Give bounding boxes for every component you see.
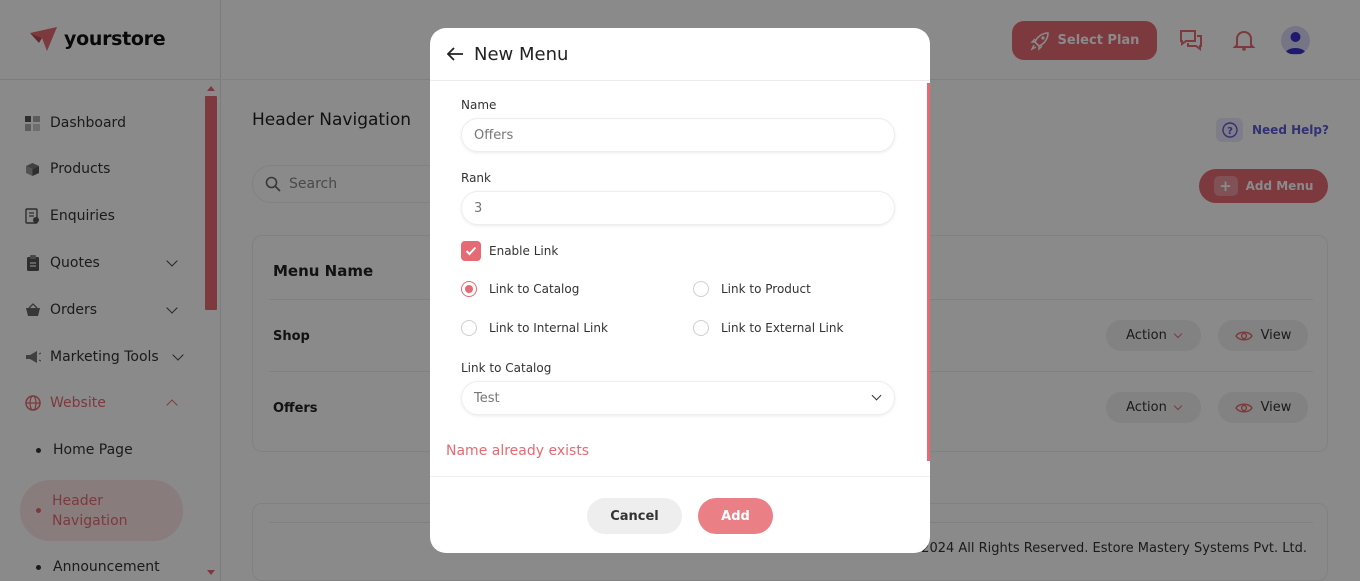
- checkmark-icon[interactable]: [461, 241, 481, 261]
- modal-title: New Menu: [474, 43, 569, 65]
- modal-header: New Menu: [430, 28, 930, 81]
- cancel-button[interactable]: Cancel: [587, 498, 682, 534]
- radio-label: Link to Internal Link: [489, 321, 608, 335]
- radio-link-to-internal-link[interactable]: Link to Internal Link: [461, 320, 608, 336]
- modal-footer: Cancel Add: [430, 476, 930, 553]
- radio-link-to-external-link[interactable]: Link to External Link: [693, 320, 843, 336]
- modal-scrollbar[interactable]: [927, 83, 930, 461]
- new-menu-modal: New Menu Name Rank Enable Link Link to C…: [430, 28, 930, 553]
- radio-label: Link to Catalog: [489, 282, 580, 296]
- radio-label: Link to External Link: [721, 321, 844, 335]
- radio-label: Link to Product: [721, 282, 811, 296]
- error-message: Name already exists: [446, 443, 590, 459]
- enable-link-label: Enable Link: [489, 244, 559, 258]
- name-label: Name: [461, 98, 497, 112]
- catalog-select[interactable]: Test: [461, 381, 895, 415]
- catalog-selected-value: Test: [474, 390, 500, 406]
- catalog-label: Link to Catalog: [461, 361, 552, 375]
- radio-link-to-catalog[interactable]: Link to Catalog: [461, 281, 579, 297]
- radio-button-icon[interactable]: [461, 281, 477, 297]
- radio-button-icon[interactable]: [693, 281, 709, 297]
- radio-button-icon[interactable]: [693, 320, 709, 336]
- chevron-down-icon: [871, 390, 882, 401]
- back-arrow-icon[interactable]: [446, 46, 464, 62]
- enable-link-checkbox[interactable]: Enable Link: [461, 241, 558, 261]
- rank-field[interactable]: [461, 191, 895, 225]
- radio-button-icon[interactable]: [461, 320, 477, 336]
- add-button[interactable]: Add: [698, 498, 773, 534]
- radio-link-to-product[interactable]: Link to Product: [693, 281, 811, 297]
- rank-label: Rank: [461, 171, 491, 185]
- name-field[interactable]: [461, 118, 895, 152]
